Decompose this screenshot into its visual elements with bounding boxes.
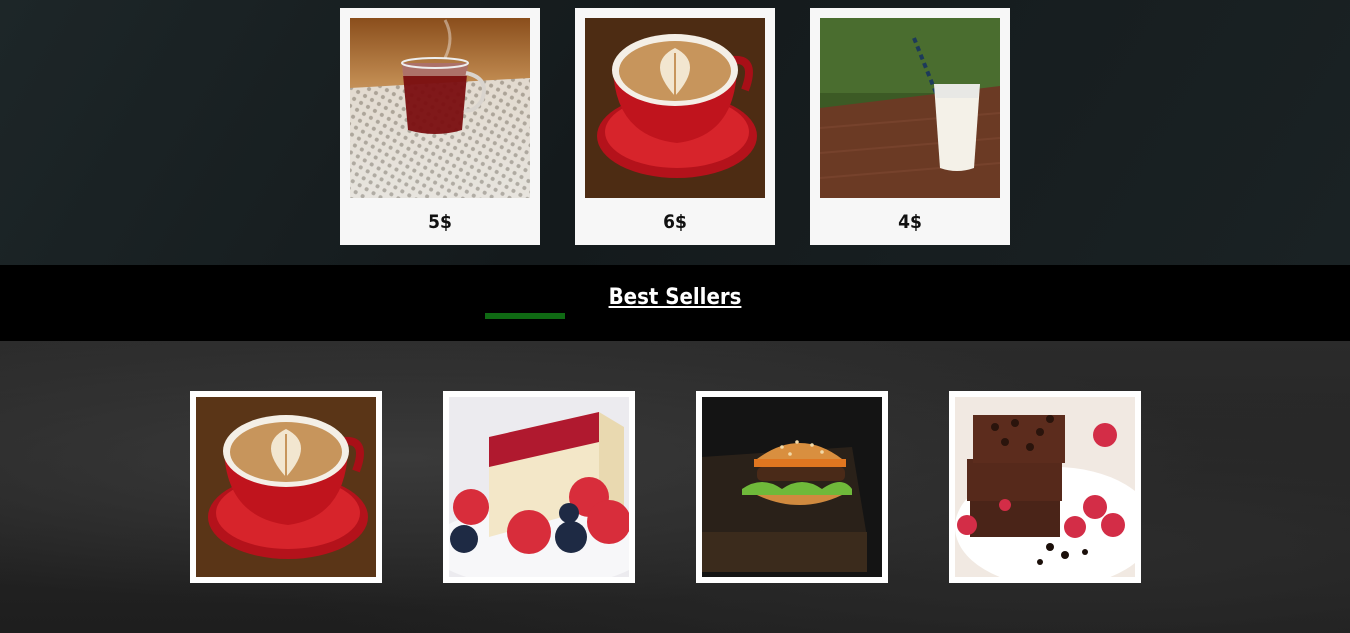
best-sellers-section [0, 341, 1350, 633]
price-label: 5$ [428, 211, 452, 233]
drinks-section: 5$ 6$ 4$ [0, 0, 1350, 265]
best-seller-brownie[interactable] [949, 391, 1141, 583]
drink-card-tea[interactable]: 5$ [340, 8, 540, 245]
best-seller-cheesecake[interactable] [443, 391, 635, 583]
best-sellers-banner: Best Sellers [0, 265, 1350, 341]
best-seller-burger[interactable] [696, 391, 888, 583]
best-sellers-heading[interactable]: Best Sellers [0, 285, 1350, 310]
brownie-photo [955, 397, 1135, 577]
banner-accent-bar [485, 313, 565, 319]
tea-photo [350, 18, 530, 198]
best-seller-latte[interactable] [190, 391, 382, 583]
latte-photo [585, 18, 765, 198]
cheesecake-photo [449, 397, 629, 577]
price-label: 4$ [898, 211, 922, 233]
milk-photo [820, 18, 1000, 198]
latte-photo [196, 397, 376, 577]
drink-card-latte[interactable]: 6$ [575, 8, 775, 245]
burger-photo [702, 397, 882, 577]
drink-card-milk[interactable]: 4$ [810, 8, 1010, 245]
price-label: 6$ [663, 211, 687, 233]
